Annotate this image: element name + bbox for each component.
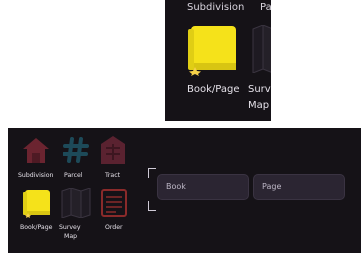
survey-map-icon[interactable]: [251, 25, 271, 73]
survey-map-tool-icon[interactable]: [60, 188, 92, 218]
tract-icon[interactable]: [98, 134, 128, 166]
zoom-subdivision-label: Subdivision: [187, 2, 245, 13]
group-bracket-bottom: [148, 201, 156, 211]
book-input[interactable]: Book: [157, 174, 249, 200]
tract-label: Tract: [105, 172, 121, 179]
zoom-survey-label-2: Map: [248, 100, 270, 111]
zoom-crop: Subdivision Pa Book/Page Surv Map: [165, 0, 271, 121]
order-label: Order: [105, 224, 123, 231]
page-input[interactable]: Page: [253, 174, 345, 200]
zoom-survey-label-1: Surv: [248, 84, 271, 95]
survey-map-label-2: Map: [64, 233, 78, 240]
book-page-icon[interactable]: [186, 23, 238, 76]
subdivision-icon[interactable]: [21, 135, 51, 165]
parcel-search-panel: Subdivision Parcel Tract Book/Page Surve…: [8, 128, 361, 253]
group-bracket-top: [148, 168, 156, 178]
book-page-label: Book/Page: [20, 224, 53, 231]
subdivision-label: Subdivision: [18, 172, 54, 179]
parcel-icon[interactable]: [63, 137, 89, 163]
zoom-book-page-label: Book/Page: [187, 84, 240, 95]
book-page-tool-icon[interactable]: [22, 188, 52, 218]
survey-map-label-1: Survey: [59, 224, 81, 231]
zoom-page-label-partial: Pa: [260, 2, 271, 13]
parcel-label: Parcel: [64, 172, 83, 179]
order-icon[interactable]: [100, 188, 128, 218]
